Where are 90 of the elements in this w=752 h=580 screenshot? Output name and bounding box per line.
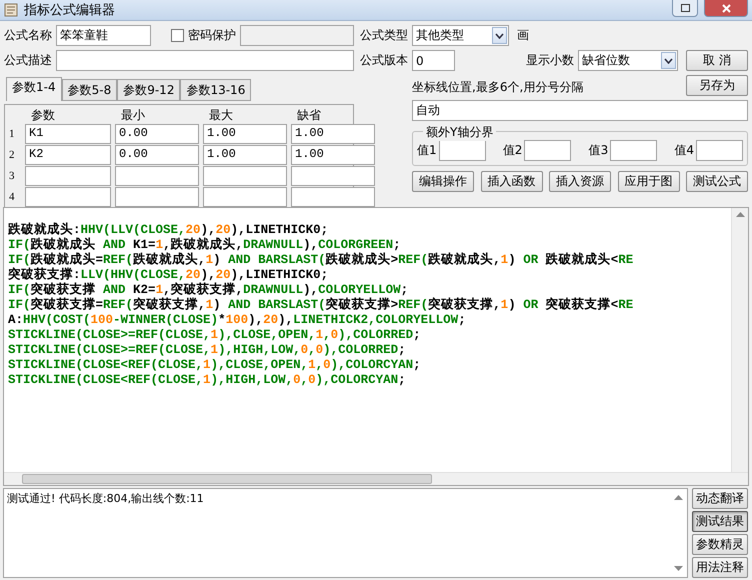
maximize-icon — [680, 4, 690, 12]
field-label: 公式描述 — [4, 52, 52, 70]
value-field[interactable] — [524, 140, 572, 162]
caret-icon — [664, 58, 673, 64]
code-line: STICKLINE(CLOSE>=REF(CLOSE,1),HIGH,LOW,0,0),COLORRED; — [8, 343, 406, 358]
field-label: 公式名称 — [4, 27, 52, 44]
param-field[interactable]: 1.00 — [203, 145, 287, 166]
param-field[interactable]: K2 — [25, 145, 111, 166]
field-label: 坐标线位置,最多6个,用分号分隔 — [412, 79, 584, 96]
close-icon — [722, 4, 730, 13]
save-as-button[interactable]: 另存为 — [686, 75, 748, 96]
output-text: 测试通过! 代码长度:804,输出线个数:11 — [6, 491, 205, 507]
field-label: 值3 — [588, 142, 608, 160]
action-button[interactable]: 应用于图 — [618, 171, 680, 192]
action-button[interactable]: 插入函数 — [480, 171, 542, 192]
close-button[interactable] — [704, 0, 748, 18]
field-label: 值1 — [417, 142, 437, 160]
scroll-up-icon[interactable] — [736, 212, 744, 218]
code-line: 突破获支撑:LLV(HHV(CLOSE,20),20),LINETHICK0; — [8, 268, 328, 282]
value-field[interactable] — [610, 140, 658, 162]
param-field[interactable] — [291, 187, 375, 208]
field-label: 值2 — [502, 142, 522, 160]
column-header: 最小 — [120, 107, 146, 124]
scrollbar[interactable] — [4, 472, 748, 485]
row-number: 2 — [9, 149, 16, 162]
code-line: IF(突破获支撑=REF(突破获支撑,1) AND BARSLAST(突破获支撑>REF(突破获支撑,1) OR 突破获支撑<RE — [8, 298, 634, 314]
scroll-up-icon[interactable] — [674, 495, 683, 500]
tab[interactable]: 参数5-8 — [62, 79, 118, 102]
output-tab-button[interactable]: 动态翻译 — [692, 488, 748, 509]
tab[interactable]: 参数13-16 — [180, 79, 252, 102]
param-field[interactable] — [25, 166, 111, 186]
tab[interactable]: 参数9-12 — [117, 79, 180, 102]
code-line: IF(突破获支撑 AND K2=1,突破获支撑,DRAWNULL),COLORYELLOW; — [8, 283, 408, 298]
field-label: 公式类型 — [360, 27, 408, 44]
param-field[interactable] — [203, 166, 287, 186]
param-field[interactable] — [291, 166, 375, 186]
value-field[interactable] — [696, 140, 743, 162]
param-field[interactable]: 1.00 — [291, 145, 375, 166]
value-field[interactable] — [438, 140, 486, 162]
password-checkbox[interactable] — [171, 29, 184, 42]
param-field[interactable]: 0.00 — [115, 145, 199, 166]
param-field[interactable] — [203, 187, 287, 208]
maximize-button[interactable] — [672, 0, 698, 18]
field-label: 值4 — [674, 142, 694, 160]
row-number: 1 — [9, 128, 16, 140]
code-line: IF(跌破就成头=REF(跌破就成头,1) AND BARSLAST(跌破就成头>REF(跌破就成头,1) OR 跌破就成头<RE — [8, 253, 634, 268]
code-line: 跌破就成头:HHV(LLV(CLOSE,20),20),LINETHICK0; — [8, 223, 328, 238]
checkbox-label: 密码保护 — [188, 27, 236, 44]
code-line: STICKLINE(CLOSE<REF(CLOSE,1),HIGH,LOW,0,0),COLORCYAN; — [8, 373, 406, 388]
code-line: STICKLINE(CLOSE<REF(CLOSE,1),CLOSE,OPEN,1,0),COLORCYAN; — [8, 358, 421, 374]
version-field[interactable]: 0 — [412, 50, 455, 72]
type-dropdown[interactable]: 其他类型 — [412, 25, 509, 46]
param-field[interactable] — [115, 187, 199, 208]
code-line: A:HHV(COST(100-WINNER(CLOSE)*100),20),LINETHICK2,COLORYELLOW; — [8, 313, 466, 328]
group-title: 额外Y轴分界 — [423, 124, 496, 142]
axis-field[interactable]: 自动 — [412, 100, 748, 122]
param-field[interactable]: 1.00 — [291, 124, 375, 144]
column-header: 最大 — [208, 107, 234, 124]
scroll-down-icon[interactable] — [674, 566, 683, 571]
row-number: 4 — [9, 191, 16, 204]
action-button[interactable]: 插入资源 — [549, 171, 611, 192]
param-field[interactable]: 1.00 — [203, 124, 287, 144]
scrollbar[interactable] — [731, 208, 748, 472]
decimals-dropdown[interactable]: 缺省位数 — [578, 50, 678, 72]
row-number: 3 — [9, 170, 16, 182]
action-button[interactable]: 测试公式 — [686, 171, 748, 192]
param-field[interactable] — [115, 166, 199, 186]
tab[interactable]: 参数1-4 — [6, 77, 62, 102]
param-field[interactable]: K1 — [25, 124, 111, 144]
param-field[interactable]: 0.00 — [115, 124, 199, 144]
field-label: 画 — [517, 27, 529, 44]
code-editor[interactable] — [3, 207, 749, 486]
action-button[interactable]: 编辑操作 — [412, 171, 474, 192]
window-title: 指标公式编辑器 — [24, 2, 115, 20]
field-label: 显示小数 — [526, 52, 574, 70]
column-header: 参数 — [30, 107, 56, 124]
code-line: IF(跌破就成头 AND K1=1,跌破就成头,DRAWNULL),COLORGREEN; — [8, 238, 401, 252]
name-field[interactable]: 笨笨童鞋 — [56, 25, 151, 46]
column-header: 缺省 — [296, 107, 322, 124]
password-field[interactable] — [240, 25, 354, 46]
code-line: STICKLINE(CLOSE>=REF(CLOSE,1),CLOSE,OPEN,1,0),COLORRED; — [8, 328, 421, 344]
output-tab-button[interactable]: 用法注释 — [692, 557, 748, 578]
caret-icon — [495, 32, 504, 39]
output-tab-button[interactable]: 测试结果 — [692, 511, 748, 532]
param-field[interactable] — [25, 187, 111, 208]
description-field[interactable] — [56, 50, 354, 72]
window-icon — [4, 3, 18, 18]
output-tab-button[interactable]: 参数精灵 — [692, 534, 748, 555]
cancel-button[interactable]: 取 消 — [686, 50, 748, 72]
field-label: 公式版本 — [360, 52, 408, 70]
